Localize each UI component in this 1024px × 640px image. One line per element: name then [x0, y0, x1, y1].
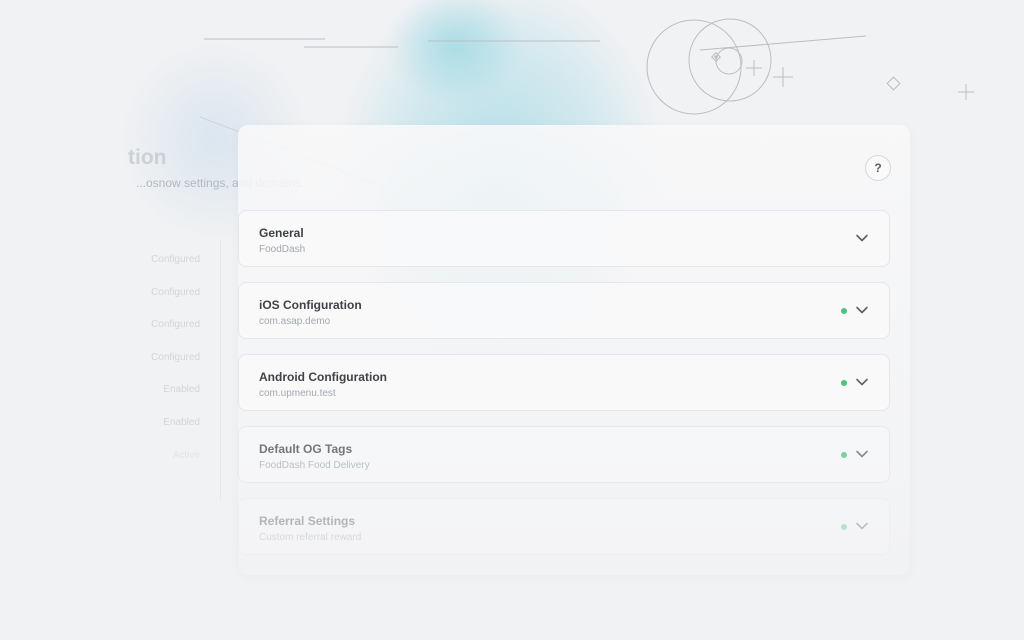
settings-card: ? General FoodDash iOS Configuration com… [238, 125, 910, 575]
list-item-status: Configured [151, 287, 200, 298]
chevron-down-icon[interactable] [855, 519, 869, 533]
list-item-status: Enabled [163, 417, 200, 428]
chevron-down-icon[interactable] [855, 231, 869, 245]
status-dot-icon [841, 380, 847, 386]
help-button[interactable]: ? [865, 155, 891, 181]
section-subtitle: FoodDash Food Delivery [259, 460, 370, 471]
section-general[interactable]: General FoodDash [238, 210, 890, 267]
chevron-down-icon[interactable] [855, 375, 869, 389]
section-subtitle: FoodDash [259, 244, 306, 255]
list-item-status: Enabled [163, 384, 200, 395]
section-title: iOS Configuration [259, 298, 362, 312]
section-title: Referral Settings [259, 514, 356, 528]
section-title: Default OG Tags [259, 442, 353, 456]
section-subtitle: com.asap.demo [259, 316, 331, 327]
list-item-status: Configured [151, 352, 200, 363]
chevron-down-icon[interactable] [855, 303, 869, 317]
status-dot-icon [841, 452, 847, 458]
status-dot-icon [841, 524, 847, 530]
help-icon: ? [874, 161, 882, 175]
section-default-og-tags[interactable]: Default OG Tags FoodDash Food Delivery [238, 426, 890, 483]
section-referral-settings[interactable]: Referral Settings Custom referral reward [238, 498, 890, 555]
list-item-status: Active [172, 450, 200, 461]
section-title: General [259, 226, 304, 240]
list-item-status: Configured [151, 254, 200, 265]
list-item-status: Configured [151, 319, 200, 330]
section-title: Android Configuration [259, 370, 387, 384]
section-android-configuration[interactable]: Android Configuration com.upmenu.test [238, 354, 890, 411]
page-title: tion [128, 146, 167, 169]
chevron-down-icon[interactable] [855, 447, 869, 461]
section-ios-configuration[interactable]: iOS Configuration com.asap.demo [238, 282, 890, 339]
background-settings-list: Configured Configured Configured Configu… [120, 240, 221, 500]
status-dot-icon [841, 308, 847, 314]
section-subtitle: com.upmenu.test [259, 388, 336, 399]
section-subtitle: Custom referral reward [259, 532, 362, 543]
